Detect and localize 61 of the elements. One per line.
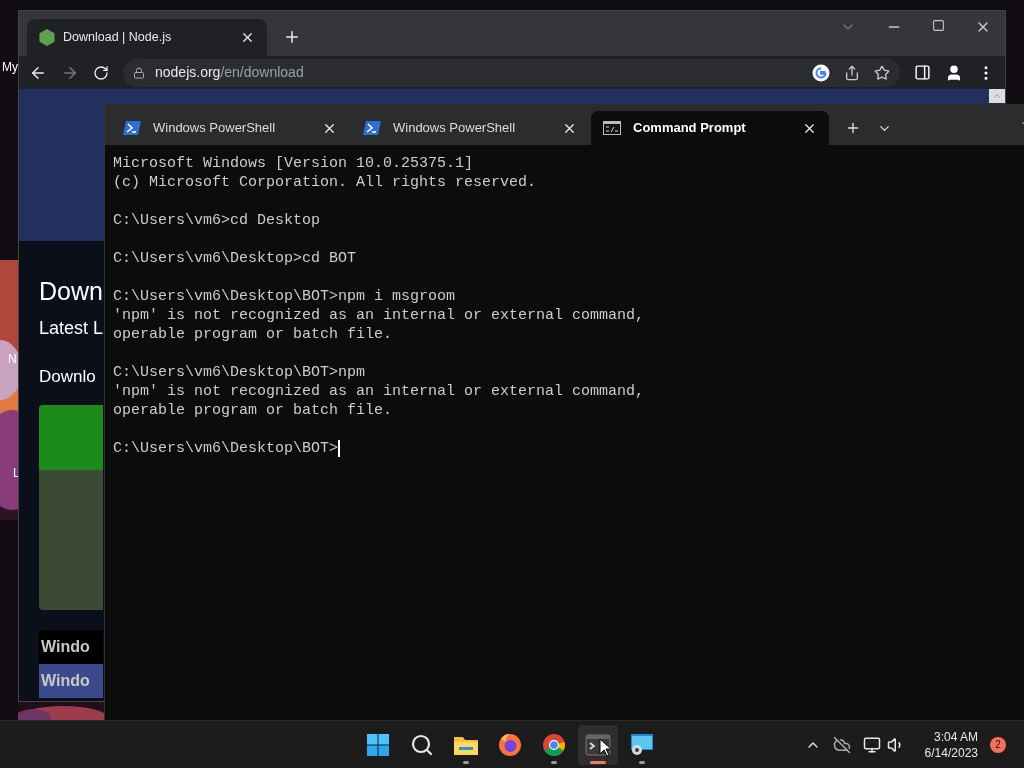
- remote-desktop-icon: [629, 732, 655, 757]
- tab-title: Windows PowerShell: [393, 119, 517, 138]
- terminal-line: C:\Users\vm6\Desktop\BOT>npm: [113, 363, 367, 382]
- tab-title: Download | Node.js: [63, 29, 173, 47]
- notification-badge[interactable]: 2: [990, 736, 1006, 753]
- running-indicator: [639, 760, 645, 764]
- mouse-pointer-icon: [599, 737, 611, 757]
- maximize-icon[interactable]: [932, 19, 945, 32]
- side-panel-icon[interactable]: [914, 64, 931, 81]
- network-icon[interactable]: [862, 735, 881, 754]
- terminal-line: C:\Users\vm6>cd Desktop: [113, 211, 322, 230]
- command-prompt: C:\Users\vm6\Desktop\BOT>: [113, 439, 339, 458]
- tab-title: Command Prompt: [633, 119, 747, 138]
- table-cell: Windo: [39, 630, 103, 664]
- download-label: Downlo: [39, 365, 96, 388]
- running-indicator: [463, 760, 469, 764]
- terminal-line: operable program or batch file.: [113, 325, 394, 344]
- terminal-line: Microsoft Windows [Version 10.0.25375.1]: [113, 154, 475, 173]
- command-prompt-icon: [603, 121, 621, 135]
- powershell-icon: [363, 121, 381, 135]
- clock[interactable]: 3:04 AM 6/14/2023: [924, 728, 978, 761]
- desktop-icon-label: My: [2, 59, 18, 76]
- new-tab-icon[interactable]: [845, 120, 861, 136]
- cloud-off-icon[interactable]: [832, 735, 851, 754]
- terminal-tab[interactable]: Windows PowerShell: [351, 111, 589, 145]
- running-indicator: [590, 760, 606, 764]
- terminal-tab[interactable]: Command Prompt: [591, 111, 829, 145]
- clock-date: 6/14/2023: [924, 744, 978, 761]
- terminal-line: operable program or batch file.: [113, 401, 394, 420]
- new-tab-icon[interactable]: [283, 28, 301, 46]
- desktop-icon-label: N: [8, 351, 17, 368]
- terminal-line: 'npm' is not recognized as an internal or external command,: [113, 306, 646, 325]
- page-heading: Down: [39, 276, 103, 307]
- address-bar[interactable]: nodejs.org/en/download: [123, 58, 900, 87]
- search-icon: [410, 732, 434, 757]
- clock-time: 3:04 AM: [933, 728, 978, 745]
- text-cursor: [338, 440, 341, 457]
- firefox-icon: [498, 732, 522, 757]
- reload-icon[interactable]: [93, 64, 109, 81]
- google-icon[interactable]: [812, 63, 830, 82]
- page-subheading: Latest L: [39, 316, 104, 340]
- taskbar-button[interactable]: [578, 724, 618, 765]
- terminal-line: C:\Users\vm6\Desktop>cd BOT: [113, 249, 358, 268]
- hexagon-icon: [39, 29, 55, 46]
- browser-tab[interactable]: Download | Node.js: [27, 19, 267, 56]
- terminal-line: (c) Microsoft Corporation. All rights reserved.: [113, 173, 538, 192]
- chrome-icon: [542, 732, 566, 757]
- terminal-line: 'npm' is not recognized as an internal or external command,: [113, 382, 646, 401]
- profile-icon[interactable]: [945, 63, 963, 82]
- share-icon[interactable]: [844, 64, 860, 81]
- close-icon[interactable]: [240, 30, 255, 45]
- terminal-line: C:\Users\vm6\Desktop\BOT>npm i msgroom: [113, 287, 457, 306]
- table-cell: Windo: [39, 664, 103, 698]
- running-indicator: [551, 760, 557, 764]
- url-text: nodejs.org/en/download: [155, 63, 304, 82]
- windows-start-icon: [366, 732, 390, 757]
- bookmark-star-icon[interactable]: [874, 64, 890, 81]
- powershell-icon: [123, 121, 141, 135]
- terminal-tab[interactable]: Windows PowerShell: [111, 111, 349, 145]
- tab-title: Windows PowerShell: [153, 119, 277, 138]
- lock-icon: [133, 66, 145, 79]
